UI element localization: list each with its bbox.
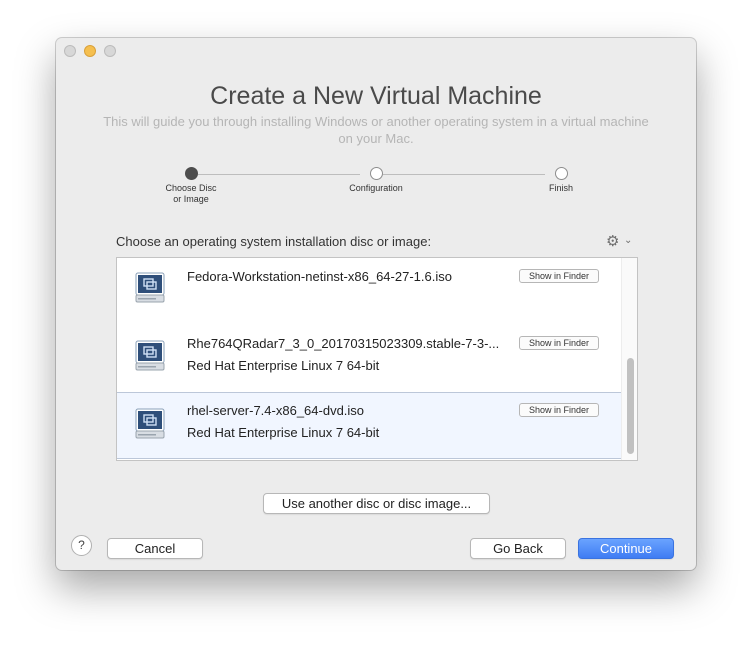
- cancel-button[interactable]: Cancel: [107, 538, 203, 559]
- iso-filename: Fedora-Workstation-netinst-x86_64-27-1.6…: [187, 269, 452, 284]
- use-another-disc-button[interactable]: Use another disc or disc image...: [263, 493, 490, 514]
- page-title: Create a New Virtual Machine: [210, 82, 542, 110]
- os-description: Red Hat Enterprise Linux 7 64-bit: [187, 425, 380, 440]
- disc-image-icon: [135, 408, 165, 439]
- list-item[interactable]: Fedora-Workstation-netinst-x86_64-27-1.6…: [117, 258, 621, 325]
- show-in-finder-button[interactable]: Show in Finder: [519, 336, 599, 350]
- page-subtitle: This will guide you through installing W…: [86, 113, 666, 147]
- step-label-finish: Finish: [548, 183, 573, 193]
- go-back-button[interactable]: Go Back: [470, 538, 566, 559]
- subtitle-line-2: on your Mac.: [338, 131, 414, 146]
- list-item-selected[interactable]: rhel-server-7.4-x86_64-dvd.iso Red Hat E…: [117, 392, 621, 459]
- scrollbar-thumb[interactable]: [627, 358, 634, 454]
- step-label-line: Choose Disc: [165, 183, 217, 193]
- installation-media-list[interactable]: Fedora-Workstation-netinst-x86_64-27-1.6…: [116, 257, 638, 461]
- disc-image-icon: [135, 272, 165, 303]
- disc-image-icon: [135, 340, 165, 371]
- step-indicator-configuration: [370, 167, 383, 180]
- step-connector: [198, 174, 360, 175]
- iso-filename: rhel-server-7.4-x86_64-dvd.iso: [187, 403, 365, 418]
- vm-assistant-window: Create a New Virtual Machine This will g…: [56, 38, 696, 570]
- step-label-configuration: Configuration: [349, 183, 403, 193]
- minimize-window-button[interactable]: [84, 45, 96, 57]
- show-in-finder-button[interactable]: Show in Finder: [519, 403, 599, 417]
- chevron-down-icon[interactable]: ⌄: [624, 235, 632, 246]
- list-prompt: Choose an operating system installation …: [116, 234, 432, 249]
- zoom-window-button[interactable]: [104, 45, 116, 57]
- close-window-button[interactable]: [64, 45, 76, 57]
- step-label-line: or Image: [173, 194, 209, 204]
- continue-button[interactable]: Continue: [578, 538, 674, 559]
- vertical-scrollbar[interactable]: [621, 258, 637, 460]
- os-description: Red Hat Enterprise Linux 7 64-bit: [187, 358, 380, 373]
- step-indicator-choose-disc: [185, 167, 198, 180]
- step-indicator-finish: [555, 167, 568, 180]
- iso-filename: Rhe764QRadar7_3_0_20170315023309.stable-…: [187, 336, 500, 351]
- step-connector: [383, 174, 545, 175]
- list-item[interactable]: Rhe764QRadar7_3_0_20170315023309.stable-…: [117, 325, 621, 392]
- gear-icon[interactable]: ⚙: [606, 234, 619, 250]
- step-label-choose-disc: Choose Disc or Image: [136, 183, 246, 205]
- subtitle-line-1: This will guide you through installing W…: [103, 114, 649, 129]
- show-in-finder-button[interactable]: Show in Finder: [519, 269, 599, 283]
- help-button[interactable]: ?: [71, 535, 92, 556]
